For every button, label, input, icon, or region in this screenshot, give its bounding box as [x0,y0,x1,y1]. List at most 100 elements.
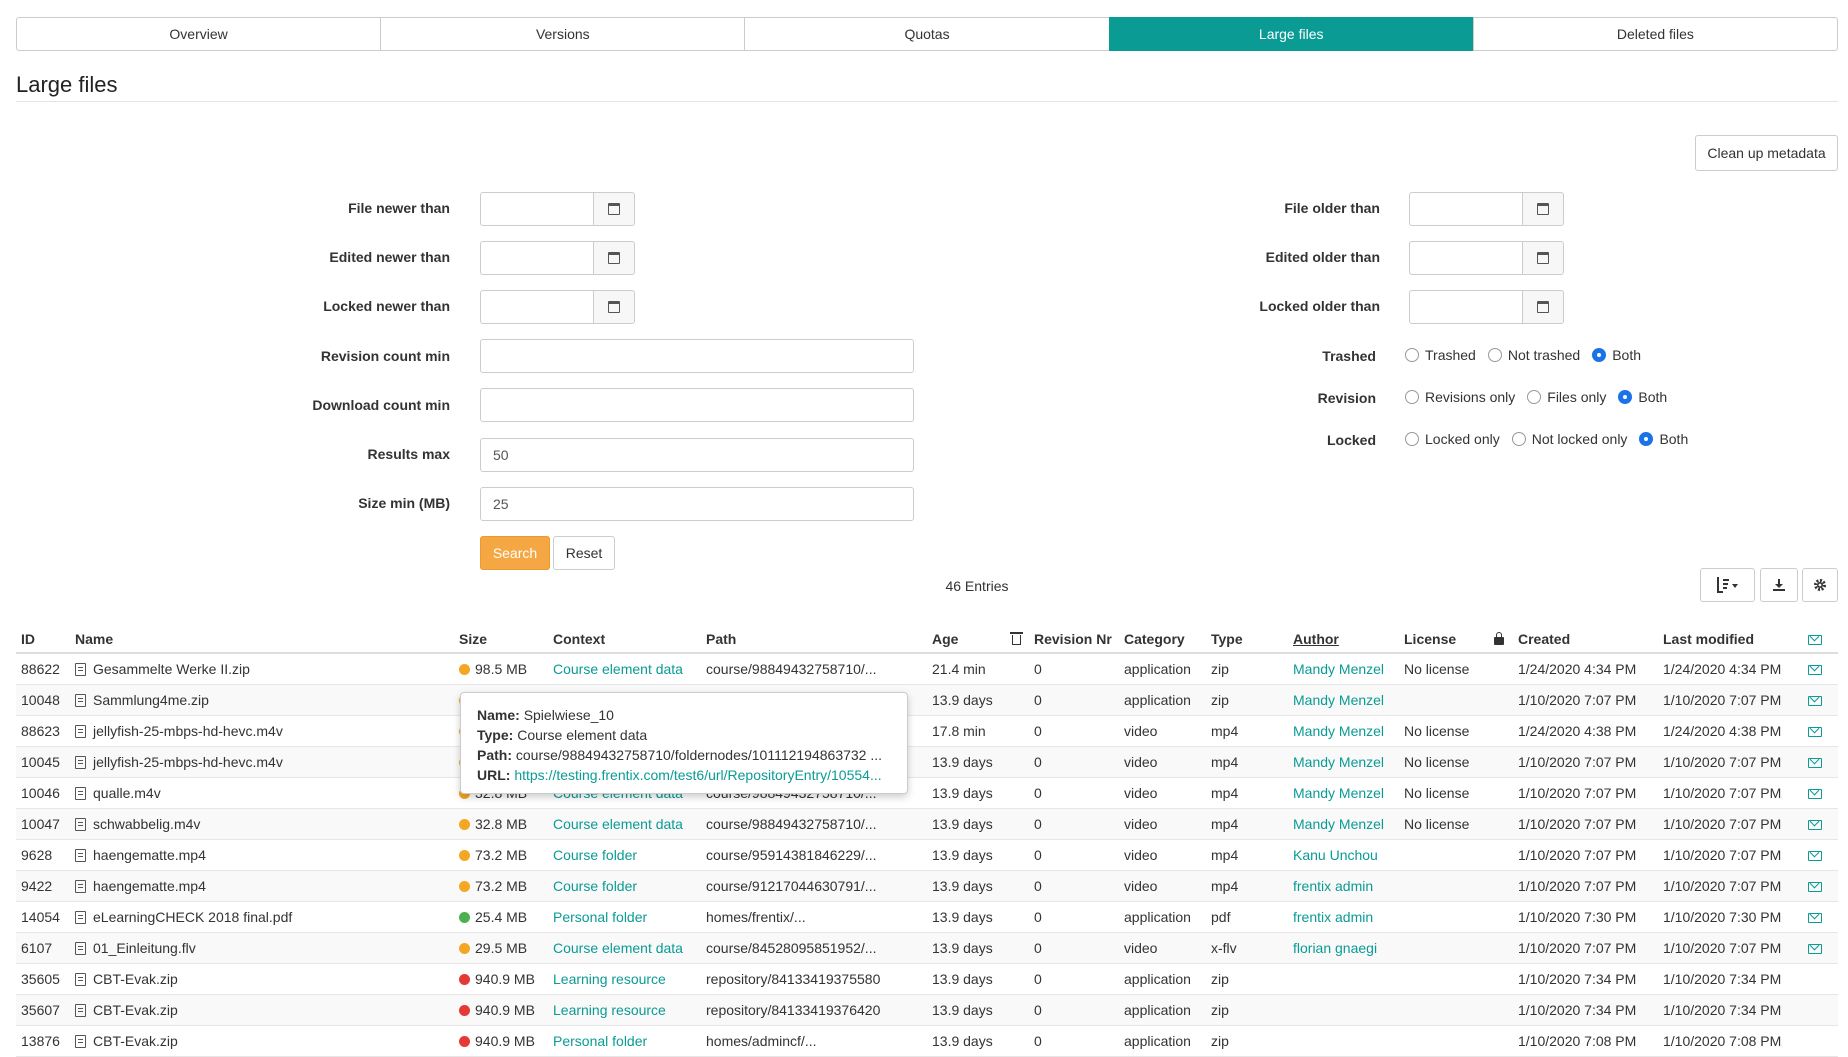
cell-context[interactable]: Personal folder [548,1025,701,1057]
mail-icon[interactable] [1808,757,1822,768]
cell-context[interactable]: Course folder [548,870,701,902]
search-button[interactable]: Search [480,536,550,570]
cell-author[interactable]: florian gnaegi [1288,932,1399,964]
reset-button[interactable]: Reset [553,536,615,570]
col-id[interactable]: ID [16,625,70,654]
locked-older-input[interactable] [1409,290,1522,324]
mail-icon[interactable] [1808,726,1822,737]
edited-older-input[interactable] [1409,241,1522,275]
file-newer-input[interactable] [480,192,593,226]
not-trashed-option[interactable]: Not trashed [1487,347,1580,363]
cell-author[interactable]: frentix admin [1288,901,1399,933]
table-row[interactable]: 9628 haengematte.mp4 73.2 MB Course folder c… [16,839,1838,871]
col-path[interactable]: Path [701,625,927,654]
cell-author[interactable]: Mandy Menzel [1288,777,1399,809]
cell-author[interactable]: Mandy Menzel [1288,715,1399,747]
col-license[interactable]: License [1399,625,1489,654]
col-name[interactable]: Name [70,625,454,654]
cell-context[interactable]: Learning resource [548,963,701,995]
calendar-icon[interactable] [593,290,635,324]
locked-newer-input[interactable] [480,290,593,324]
revisions-only-option[interactable]: Revisions only [1405,389,1515,405]
calendar-icon[interactable] [1522,192,1564,226]
download-count-min-input[interactable] [480,388,914,422]
mail-icon[interactable] [1808,881,1822,892]
calendar-icon[interactable] [593,192,635,226]
col-revision[interactable]: Revision Nr [1029,625,1119,654]
settings-button[interactable] [1802,568,1838,602]
table-row[interactable]: 10047 schwabbelig.m4v 32.8 MB Course elemen… [16,808,1838,840]
locked-only-option[interactable]: Locked only [1405,431,1500,447]
mail-icon[interactable] [1808,819,1822,830]
table-row[interactable]: 13876 CBT-Evak.zip 940.9 MB Personal folder… [16,1025,1838,1057]
calendar-icon[interactable] [1522,290,1564,324]
mail-icon[interactable] [1808,850,1822,861]
cell-context[interactable]: Learning resource [548,994,701,1026]
edited-newer-input[interactable] [480,241,593,275]
trashed-option[interactable]: Trashed [1405,347,1476,363]
tab-overview[interactable]: Overview [16,17,382,51]
cell-context[interactable]: Course element data [548,808,701,840]
cell-author[interactable] [1288,1025,1399,1057]
table-row[interactable]: 10045 jellyfish-25-mbps-hd-hevc.m4v 13.9 d… [16,746,1838,778]
tooltip-url-link[interactable]: https://testing.frentix.com/test6/url/Re… [514,767,881,783]
cell-author[interactable]: Mandy Menzel [1288,808,1399,840]
table-row[interactable]: 10046qualle.m4v32.8 MBCourse element dat… [16,777,1838,809]
sort-button[interactable] [1700,568,1755,602]
cell-author[interactable]: frentix admin [1288,870,1399,902]
cell-author[interactable]: Mandy Menzel [1288,684,1399,716]
cell-context[interactable]: Course element data [548,653,701,685]
table-row[interactable]: 14054 eLearningCHECK 2018 final.pdf 25.4 M… [16,901,1838,933]
revision-both-option[interactable]: Both [1618,389,1667,405]
mail-icon[interactable] [1808,943,1822,954]
locked-both-option[interactable]: Both [1639,431,1688,447]
col-locked[interactable] [1489,625,1513,654]
col-modified[interactable]: Last modified [1658,625,1803,654]
calendar-icon[interactable] [593,241,635,275]
cell-context[interactable]: Course folder [548,839,701,871]
tab-quotas[interactable]: Quotas [744,17,1110,51]
col-type[interactable]: Type [1206,625,1288,654]
revision-count-min-input[interactable] [480,339,914,373]
cell-author[interactable] [1288,963,1399,995]
cell-revision: 0 [1029,932,1119,964]
table-row[interactable]: 6107 01_Einleitung.flv 29.5 MB Course eleme… [16,932,1838,964]
cell-context[interactable]: Course element data [548,932,701,964]
cell-author[interactable] [1288,994,1399,1026]
col-size[interactable]: Size [454,625,548,654]
file-older-input[interactable] [1409,192,1522,226]
mail-icon[interactable] [1808,788,1822,799]
cell-context[interactable]: Personal folder [548,901,701,933]
cell-author[interactable]: Mandy Menzel [1288,746,1399,778]
tab-deleted-files[interactable]: Deleted files [1472,17,1839,51]
table-row[interactable]: 88622 Gesammelte Werke II.zip 98.5 MB Cours… [16,653,1838,685]
clean-up-metadata-button[interactable]: Clean up metadata [1695,135,1838,171]
not-locked-only-option[interactable]: Not locked only [1511,431,1627,447]
col-context[interactable]: Context [548,625,701,654]
table-row[interactable]: 35607 CBT-Evak.zip 940.9 MB Learning resour… [16,994,1838,1026]
table-row[interactable]: 9422 haengematte.mp4 73.2 MB Course folder c… [16,870,1838,902]
cell-author[interactable]: Kanu Unchou [1288,839,1399,871]
cell-category: application [1119,684,1206,716]
tab-versions[interactable]: Versions [380,17,746,51]
mail-icon[interactable] [1808,664,1822,675]
col-trashed[interactable] [1007,625,1029,654]
table-row[interactable]: 10048 Sammlung4me.zip 13.9 days 0 applicatio… [16,684,1838,716]
table-row[interactable]: 88623 jellyfish-25-mbps-hd-hevc.m4v 17.8 m… [16,715,1838,747]
trashed-both-option[interactable]: Both [1592,347,1641,363]
table-row[interactable]: 35605 CBT-Evak.zip 940.9 MB Learning resour… [16,963,1838,995]
size-min-input[interactable] [480,487,914,521]
files-only-option[interactable]: Files only [1527,389,1606,405]
calendar-icon[interactable] [1522,241,1564,275]
col-author[interactable]: Author [1288,625,1399,654]
col-mail[interactable] [1803,625,1838,654]
col-created[interactable]: Created [1513,625,1658,654]
col-age[interactable]: Age [927,625,1007,654]
results-max-input[interactable] [480,438,914,472]
tab-large-files[interactable]: Large files [1108,17,1474,51]
col-category[interactable]: Category [1119,625,1206,654]
mail-icon[interactable] [1808,695,1822,706]
cell-author[interactable]: Mandy Menzel [1288,653,1399,685]
download-button[interactable] [1760,568,1798,602]
mail-icon[interactable] [1808,912,1822,923]
